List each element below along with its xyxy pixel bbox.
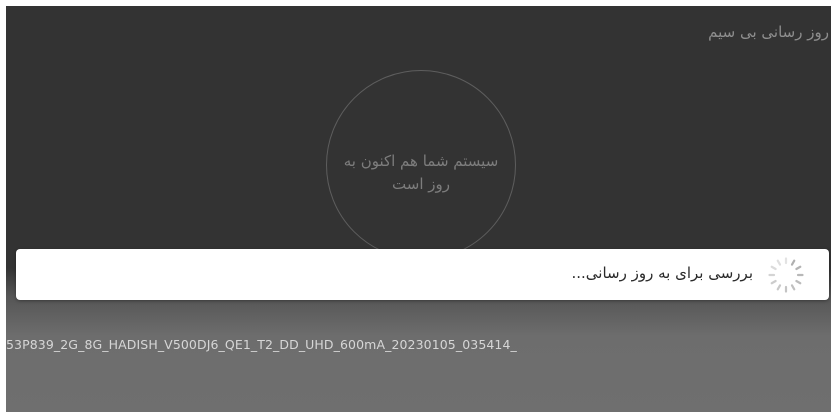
status-circle: سیستم شما هم اکنون به روز است	[326, 70, 516, 260]
loading-spinner-icon	[768, 257, 804, 293]
up-to-date-status-text: سیستم شما هم اکنون به روز است	[343, 152, 499, 193]
page-title: روز رسانی بی سیم	[708, 23, 829, 41]
checking-update-dialog: بررسی برای به روز رسانی...	[16, 249, 829, 300]
checking-update-message: بررسی برای به روز رسانی...	[571, 264, 753, 282]
build-version-string: 53P839_2G_8G_HADISH_V500DJ6_QE1_T2_DD_UH…	[6, 337, 517, 352]
update-screen: روز رسانی بی سیم سیستم شما هم اکنون به ر…	[6, 6, 831, 412]
